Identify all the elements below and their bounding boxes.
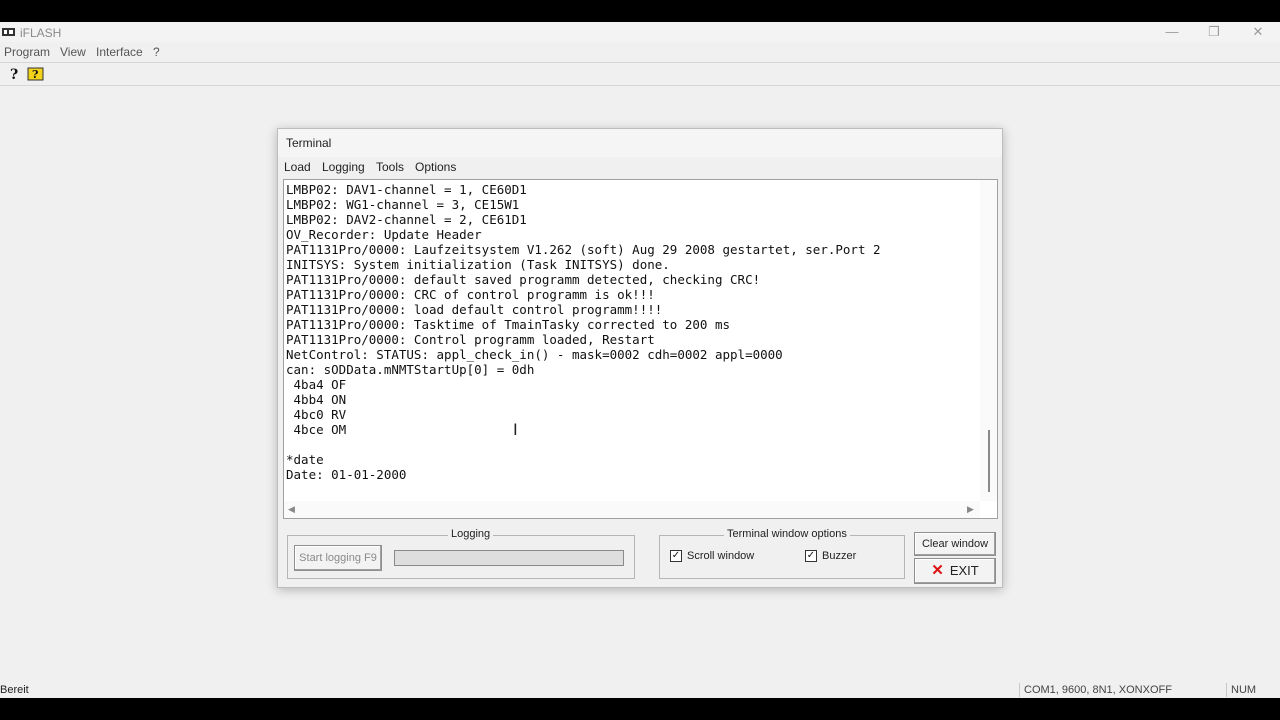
terminal-options-group: Terminal window options ✓ Scroll window … [659, 528, 905, 579]
scroll-right-icon[interactable]: ▶ [967, 504, 974, 515]
status-text: Bereit [0, 684, 29, 696]
menu-options[interactable]: Options [415, 160, 456, 174]
terminal-line: PAT1131Pro/0000: Laufzeitsystem V1.262 (… [286, 242, 881, 257]
menu-tools[interactable]: Tools [376, 160, 404, 174]
vertical-scroll-thumb[interactable] [988, 430, 990, 492]
start-logging-button[interactable]: Start logging F9 [294, 545, 382, 571]
scroll-window-label: Scroll window [687, 550, 755, 562]
options-group-label: Terminal window options [724, 528, 850, 540]
terminal-line: 4bce OM [286, 422, 347, 437]
app-title: iFLASH [20, 26, 62, 40]
menu-view[interactable]: View [60, 45, 86, 59]
menu-load[interactable]: Load [284, 160, 311, 174]
terminal-line: PAT1131Pro/0000: Tasktime of TmainTasky … [286, 317, 731, 332]
terminal-line: LMBP02: DAV1-channel = 1, CE60D1 [286, 182, 527, 197]
scroll-left-icon[interactable]: ◀ [288, 504, 295, 515]
exit-x-icon: ✕ [931, 562, 944, 579]
menu-bar: Program View Interface ? [0, 43, 1280, 61]
scroll-window-check-icon: ✓ [670, 550, 682, 562]
context-help-icon[interactable]: ? [27, 66, 45, 82]
minimize-button[interactable]: — [1150, 22, 1194, 42]
menu-logging[interactable]: Logging [322, 160, 365, 174]
menu-interface[interactable]: Interface [96, 45, 143, 59]
svg-text:?: ? [32, 68, 38, 81]
title-bar: iFLASH — ❐ ✕ [0, 22, 1280, 42]
toolbar: ? ? [0, 63, 1280, 85]
buzzer-label: Buzzer [822, 550, 857, 562]
terminal-line: PAT1131Pro/0000: CRC of control programm… [286, 287, 655, 302]
logging-group: Logging Start logging F9 [287, 528, 635, 579]
help-icon[interactable]: ? [6, 66, 24, 82]
terminal-line: PAT1131Pro/0000: default saved programm … [286, 272, 761, 287]
terminal-line: LMBP02: WG1-channel = 3, CE15W1 [286, 197, 520, 212]
terminal-title-bar: Terminal [278, 129, 1002, 157]
terminal-line: 4bb4 ON [286, 392, 347, 407]
terminal-line: *date [286, 452, 324, 467]
terminal-line: PAT1131Pro/0000: Control programm loaded… [286, 332, 655, 347]
horizontal-scrollbar[interactable]: ◀ ▶ [284, 501, 980, 518]
terminal-output[interactable]: LMBP02: DAV1-channel = 1, CE60D1 LMBP02: … [283, 179, 998, 519]
num-lock-indicator: NUM [1226, 683, 1271, 697]
app-logo-icon [2, 28, 15, 36]
terminal-menu-bar: Load Logging Tools Options [278, 157, 1002, 177]
exit-button[interactable]: ✕ EXIT [914, 558, 996, 584]
svg-text:?: ? [10, 67, 18, 82]
terminal-line: 4ba4 OF [286, 377, 347, 392]
terminal-line: can: sODData.mNMTStartUp[0] = 0dh [286, 362, 535, 377]
buzzer-check-icon: ✓ [805, 550, 817, 562]
terminal-line: OV_Recorder: Update Header [286, 227, 482, 242]
vertical-scrollbar[interactable] [980, 180, 997, 501]
iflash-window: iFLASH — ❐ ✕ Program View Interface ? ? … [0, 22, 1280, 698]
exit-label: EXIT [949, 563, 979, 578]
status-bar: Bereit COM1, 9600, 8N1, XONXOFF NUM [0, 682, 1280, 698]
terminal-line: PAT1131Pro/0000: load default control pr… [286, 302, 663, 317]
text-cursor-icon: I [513, 420, 518, 439]
terminal-dialog: Terminal Load Logging Tools Options LMBP… [277, 128, 1003, 588]
terminal-title: Terminal [286, 136, 332, 150]
terminal-lines: LMBP02: DAV1-channel = 1, CE60D1 LMBP02: … [286, 182, 976, 482]
scroll-window-checkbox[interactable]: ✓ Scroll window [670, 550, 754, 562]
buzzer-checkbox[interactable]: ✓ Buzzer [805, 550, 856, 562]
menu-program[interactable]: Program [4, 45, 50, 59]
toolbar-separator [0, 85, 1280, 86]
terminal-line: LMBP02: DAV2-channel = 2, CE61D1 [286, 212, 527, 227]
logging-progress-bar [394, 550, 624, 566]
port-settings: COM1, 9600, 8N1, XONXOFF [1019, 683, 1214, 697]
terminal-line: NetControl: STATUS: appl_check_in() - ma… [286, 347, 783, 362]
logging-group-label: Logging [448, 528, 494, 540]
terminal-line: INITSYS: System initialization (Task INI… [286, 257, 670, 272]
close-button[interactable]: ✕ [1236, 22, 1280, 42]
restore-button[interactable]: ❐ [1192, 22, 1236, 42]
menu-help[interactable]: ? [153, 45, 160, 59]
clear-window-button[interactable]: Clear window [914, 532, 996, 556]
terminal-line: 4bc0 RV [286, 407, 347, 422]
terminal-line: Date: 01-01-2000 [286, 467, 407, 482]
